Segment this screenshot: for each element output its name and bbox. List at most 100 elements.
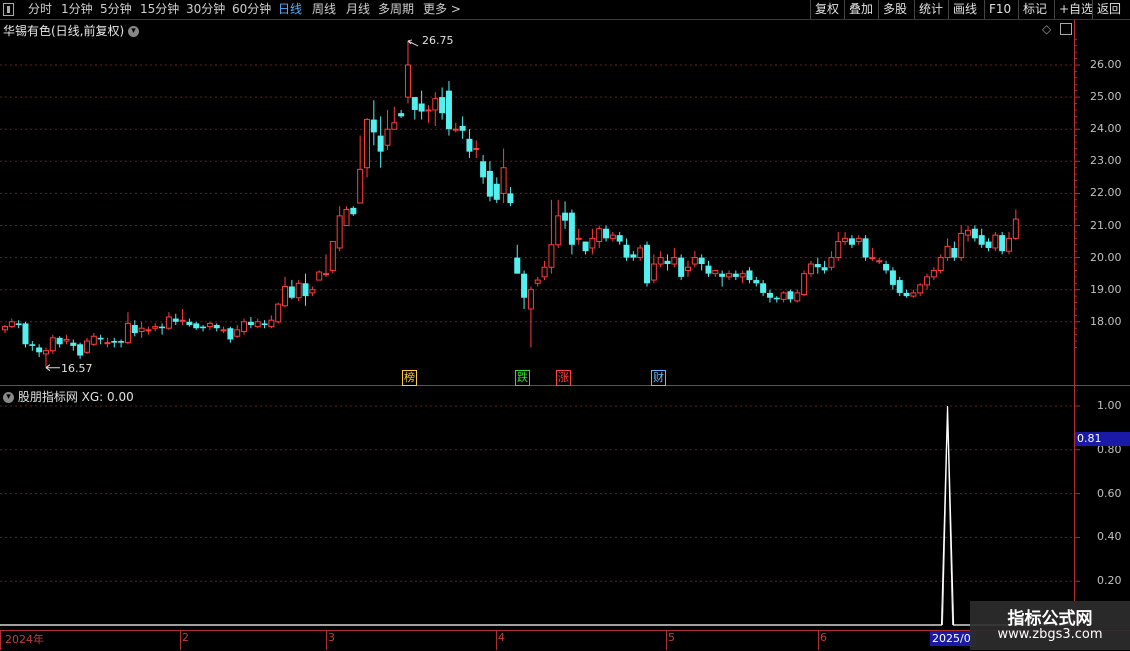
candle-body-up bbox=[8, 321, 15, 328]
candle-body-down bbox=[903, 292, 910, 297]
candle-body-down bbox=[172, 318, 179, 322]
candle-body-up bbox=[452, 128, 459, 131]
candle-body-down bbox=[787, 291, 794, 300]
low-arrow bbox=[45, 364, 60, 372]
diamond-icon[interactable]: ◇ bbox=[1042, 22, 1051, 36]
candle-body-down bbox=[131, 325, 138, 334]
candle-body-down bbox=[36, 347, 43, 353]
price-axis-line bbox=[1074, 20, 1075, 630]
low-price-label: 16.57 bbox=[60, 361, 93, 375]
candle-body-down bbox=[29, 344, 36, 346]
toolbar-button-2[interactable]: 多股 bbox=[878, 0, 911, 19]
period-tab-3[interactable]: 15分钟 bbox=[140, 0, 179, 19]
candle-body-up bbox=[165, 316, 172, 329]
event-marker-0[interactable]: 榜 bbox=[402, 370, 417, 386]
candle-body-down bbox=[377, 135, 384, 152]
candle-body-down bbox=[411, 97, 418, 110]
candle-body-up bbox=[282, 285, 289, 307]
candle-body-down bbox=[288, 286, 295, 298]
candle-body-up bbox=[657, 257, 664, 265]
chevron-down-icon[interactable]: ▾ bbox=[3, 392, 14, 403]
indicator-tick-label: 0.20 bbox=[1097, 574, 1122, 588]
candle-body-down bbox=[77, 344, 84, 356]
candle-body-down bbox=[603, 228, 610, 239]
candle-body-up bbox=[555, 215, 562, 246]
candle-body-down bbox=[951, 247, 958, 258]
date-month-label: 6 bbox=[820, 631, 827, 644]
price-gridlines bbox=[0, 38, 1080, 348]
period-tab-10[interactable]: 更多 > bbox=[423, 0, 461, 19]
candle-body-up bbox=[691, 257, 698, 265]
date-month-label: 4 bbox=[498, 631, 505, 644]
candle-body-down bbox=[971, 228, 978, 239]
period-toolbar: 分时 1分钟 5分钟 15分钟 30分钟 60分钟 日线 周线 月线 多周期 更多 > 复权 叠加 多股统… bbox=[0, 0, 1130, 20]
candle-body-up bbox=[152, 326, 159, 329]
indicator-gridlines bbox=[0, 405, 1080, 582]
period-tab-9[interactable]: 多周期 bbox=[378, 0, 414, 19]
toolbar-button-3[interactable]: 统计 bbox=[914, 0, 947, 19]
candle-body-down bbox=[719, 273, 726, 277]
toolbar-button-4[interactable]: 画线 bbox=[948, 0, 981, 19]
candle-body-down bbox=[302, 283, 309, 297]
candle-body-down bbox=[15, 323, 22, 326]
candle-body-up bbox=[548, 244, 555, 268]
candle-body-down bbox=[22, 323, 29, 345]
indicator-title: ▾ 股朋指标网 XG: 0.00 bbox=[3, 388, 134, 405]
candle-body-down bbox=[999, 235, 1006, 252]
candle-body-down bbox=[732, 273, 739, 277]
toolbar-button-6[interactable]: 标记 bbox=[1018, 0, 1051, 19]
candle-body-up bbox=[801, 273, 808, 296]
candle-body-down bbox=[746, 270, 753, 281]
candle-body-up bbox=[944, 245, 951, 259]
period-tab-8[interactable]: 月线 bbox=[346, 0, 370, 19]
event-marker-2[interactable]: 涨 bbox=[556, 370, 571, 386]
candle-body-down bbox=[766, 292, 773, 298]
candle-body-down bbox=[664, 260, 671, 265]
indicator-tick-label: 1.00 bbox=[1097, 399, 1122, 412]
chevron-down-icon[interactable]: ▾ bbox=[128, 26, 140, 37]
period-tab-4[interactable]: 30分钟 bbox=[186, 0, 225, 19]
candle-body-up bbox=[671, 257, 678, 265]
candlestick-series[interactable] bbox=[2, 40, 1019, 368]
candle-body-up bbox=[391, 122, 398, 130]
candle-body-down bbox=[398, 113, 405, 117]
period-tab-5[interactable]: 60分钟 bbox=[232, 0, 271, 19]
toolbar-button-7[interactable]: +自选 bbox=[1054, 0, 1097, 19]
price-tick-label: 22.00 bbox=[1090, 186, 1122, 200]
stock-title: 华锡有色(日线,前复权) ▾ bbox=[3, 22, 140, 39]
candle-body-down bbox=[200, 326, 207, 329]
candle-body-up bbox=[425, 109, 432, 112]
price-tick-label: 26.00 bbox=[1090, 58, 1122, 71]
candle-body-up bbox=[473, 147, 480, 150]
candle-body-up bbox=[917, 284, 924, 294]
candle-body-up bbox=[275, 303, 282, 323]
candle-body-up bbox=[500, 167, 507, 194]
candle-body-down bbox=[480, 161, 487, 178]
event-marker-3[interactable]: 财 bbox=[651, 370, 666, 386]
candle-body-up bbox=[268, 319, 275, 328]
candle-body-up bbox=[869, 257, 876, 260]
candle-body-up bbox=[241, 321, 248, 332]
price-tick-label: 25.00 bbox=[1090, 90, 1122, 104]
period-tab-0[interactable]: 分时 bbox=[28, 0, 52, 19]
candle-body-up bbox=[835, 241, 842, 259]
chart-canvas[interactable] bbox=[0, 0, 1130, 650]
candle-body-down bbox=[568, 212, 575, 245]
menu-icon[interactable] bbox=[3, 3, 14, 16]
toolbar-button-0[interactable]: 复权 bbox=[810, 0, 843, 19]
period-tab-7[interactable]: 周线 bbox=[312, 0, 336, 19]
indicator-tick-label: 0.60 bbox=[1097, 486, 1122, 500]
toolbar-button-1[interactable]: 叠加 bbox=[844, 0, 877, 19]
candle-body-up bbox=[637, 247, 644, 259]
toolbar-button-5[interactable]: F10 bbox=[984, 0, 1015, 19]
event-marker-1[interactable]: 跌 bbox=[515, 370, 530, 386]
period-tab-6[interactable]: 日线 bbox=[278, 0, 302, 19]
candle-body-down bbox=[350, 207, 357, 215]
watermark-url: www.zbgs3.com bbox=[997, 627, 1103, 642]
period-tab-1[interactable]: 1分钟 bbox=[61, 0, 93, 19]
period-tab-2[interactable]: 5分钟 bbox=[100, 0, 132, 19]
panel-toggle-icon[interactable] bbox=[1060, 23, 1072, 35]
toolbar-button-8[interactable]: 返回 bbox=[1092, 0, 1125, 19]
date-tick bbox=[326, 630, 327, 650]
candle-body-up bbox=[712, 269, 719, 275]
